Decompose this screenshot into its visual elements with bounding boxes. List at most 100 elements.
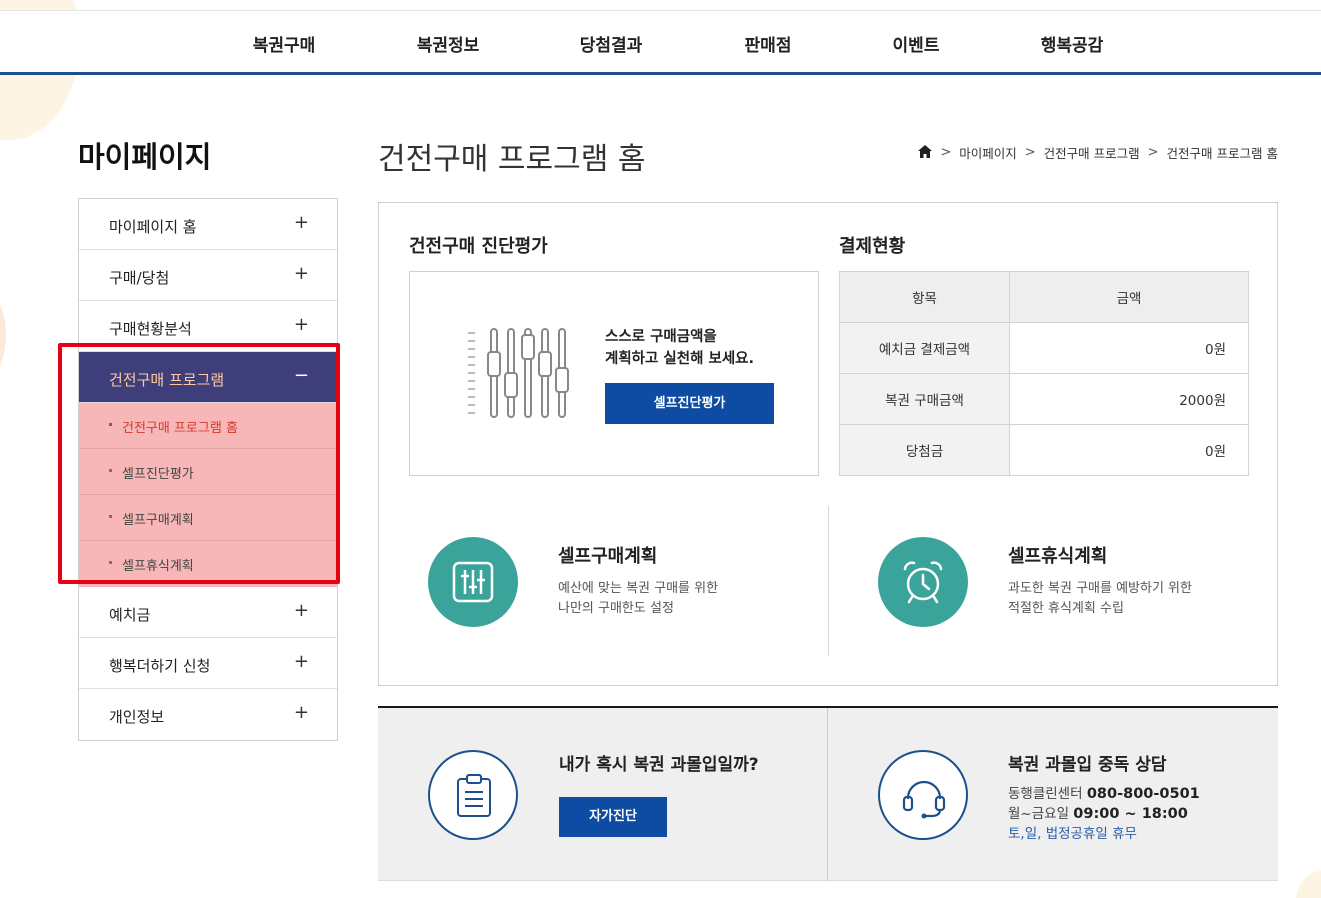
- expand-plus-icon: +: [293, 314, 309, 335]
- chevron-right-icon: >: [1147, 145, 1159, 160]
- table-row: 당첨금 0원: [839, 424, 1249, 476]
- diagnosis-text-line: 계획하고 실천해 보세요.: [605, 351, 755, 367]
- nav-item-results[interactable]: 당첨결과: [580, 31, 643, 56]
- center-phone[interactable]: 080-800-0501: [1087, 786, 1200, 802]
- nav-item-happiness[interactable]: 행복공감: [1041, 31, 1104, 56]
- nav-item-buy[interactable]: 복권구매: [253, 31, 316, 56]
- feature-description: 과도한 복권 구매를 예방하기 위한 적절한 휴식계획 수립: [1008, 579, 1192, 619]
- self-check-button[interactable]: 자가진단: [559, 797, 667, 837]
- breadcrumb-item: 건전구매 프로그램 홈: [1166, 146, 1278, 161]
- feature-desc-line: 나만의 구매한도 설정: [558, 601, 674, 616]
- table-cell-amount: 0원: [1009, 322, 1249, 374]
- submenu-item-label: 건전구매 프로그램 홈: [122, 421, 238, 436]
- hours-value: 09:00 ~ 18:00: [1073, 806, 1188, 822]
- sidebar-submenu: 건전구매 프로그램 홈 셀프진단평가 셀프구매계획 셀프휴식계획: [79, 403, 337, 587]
- chevron-right-icon: >: [1024, 145, 1036, 160]
- feature-title: 셀프구매계획: [558, 546, 658, 567]
- expand-plus-icon: +: [293, 263, 309, 284]
- counsel-title: 복권 과몰입 중독 상담: [1008, 755, 1167, 775]
- table-header-amount: 금액: [1009, 271, 1249, 323]
- sidebar-item-label: 예치금: [109, 606, 151, 624]
- sidebar-item-label: 구매/당첨: [109, 269, 170, 287]
- sidebar-item-personal-info[interactable]: 개인정보 +: [79, 689, 337, 740]
- feature-icon-circle: [428, 537, 518, 627]
- feature-title: 셀프휴식계획: [1008, 546, 1108, 567]
- clipboard-icon-circle: [428, 750, 518, 840]
- sidebar-item-healthy-program[interactable]: 건전구매 프로그램 −: [79, 352, 337, 403]
- sidebar-item-label: 구매현황분석: [109, 320, 192, 338]
- home-icon[interactable]: [918, 144, 933, 161]
- bullet-icon: [109, 469, 112, 472]
- sidebar-item-mypage-home[interactable]: 마이페이지 홈 +: [79, 199, 337, 250]
- divider: [828, 506, 829, 656]
- self-check-title: 내가 혹시 복권 과몰입일까?: [559, 755, 759, 775]
- submenu-item-self-diagnosis[interactable]: 셀프진단평가: [79, 449, 337, 495]
- submenu-item-label: 셀프구매계획: [122, 513, 194, 528]
- feature-desc-line: 적절한 휴식계획 수립: [1008, 601, 1124, 616]
- diagnosis-title: 건전구매 진단평가: [409, 236, 548, 257]
- breadcrumb-item[interactable]: 마이페이지: [959, 143, 1017, 162]
- breadcrumb-item[interactable]: 건전구매 프로그램: [1044, 143, 1140, 162]
- table-cell-amount: 2000원: [1009, 373, 1249, 425]
- submenu-item-self-purchase-plan[interactable]: 셀프구매계획: [79, 495, 337, 541]
- decorative-circle: [0, 290, 6, 380]
- table-cell-item: 복권 구매금액: [839, 373, 1010, 425]
- clipboard-icon: [455, 774, 493, 822]
- nav-item-events[interactable]: 이벤트: [893, 31, 940, 56]
- diagnosis-card: 스스로 구매금액을 계획하고 실천해 보세요. 셀프진단평가: [409, 271, 819, 476]
- feature-desc-line: 과도한 복권 구매를 예방하기 위한: [1008, 581, 1192, 596]
- decorative-circle: [1296, 870, 1321, 898]
- feature-description: 예산에 맞는 복권 구매를 위한 나만의 구매한도 설정: [558, 579, 718, 619]
- top-navigation: 복권구매 복권정보 당첨결과 판매점 이벤트 행복공감: [0, 10, 1321, 75]
- hours-label: 월~금요일: [1008, 806, 1069, 822]
- submenu-item-program-home[interactable]: 건전구매 프로그램 홈: [79, 403, 337, 449]
- program-main-panel: 건전구매 진단평가 스스로 구매금액을 계획하고 실천해 보세요. 셀프진단평가…: [378, 202, 1278, 686]
- help-panel: 내가 혹시 복권 과몰입일까? 자가진단 복권 과몰입 중독 상담 동행클린센터…: [378, 706, 1278, 881]
- sidebar-item-purchase-win[interactable]: 구매/당첨 +: [79, 250, 337, 301]
- sidebar-menu: 마이페이지 홈 + 구매/당첨 + 구매현황분석 + 건전구매 프로그램 − 건…: [78, 198, 338, 741]
- bullet-icon: [109, 423, 112, 426]
- feature-icon-circle: [878, 537, 968, 627]
- sidebar-item-label: 마이페이지 홈: [109, 218, 197, 236]
- sliders-icon: [465, 327, 575, 426]
- sidebar-item-label: 개인정보: [109, 708, 165, 726]
- diagnosis-text-line: 스스로 구매금액을: [605, 329, 717, 345]
- closed-days: 토,일, 법정공휴일 휴무: [1008, 826, 1137, 842]
- sliders-icon: [452, 561, 494, 607]
- feature-desc-line: 예산에 맞는 복권 구매를 위한: [558, 581, 719, 596]
- submenu-item-label: 셀프휴식계획: [122, 559, 194, 574]
- table-cell-item: 당첨금: [839, 424, 1010, 476]
- submenu-item-label: 셀프진단평가: [122, 467, 194, 482]
- counsel-center-line: 동행클린센터 080-800-0501: [1008, 784, 1200, 804]
- nav-item-info[interactable]: 복권정보: [417, 31, 480, 56]
- center-label: 동행클린센터: [1008, 786, 1083, 802]
- table-cell-item: 예치금 결제금액: [839, 322, 1010, 374]
- headset-icon-circle: [878, 750, 968, 840]
- bullet-icon: [109, 561, 112, 564]
- table-header-row: 항목 금액: [839, 271, 1249, 323]
- table-cell-amount: 0원: [1009, 424, 1249, 476]
- table-row: 복권 구매금액 2000원: [839, 373, 1249, 425]
- headset-icon: [901, 774, 947, 824]
- payment-table: 항목 금액 예치금 결제금액 0원 복권 구매금액 2000원 당첨금 0원: [839, 271, 1249, 476]
- sidebar-item-happiness-apply[interactable]: 행복더하기 신청 +: [79, 638, 337, 689]
- expand-plus-icon: +: [293, 600, 309, 621]
- sidebar-item-deposit[interactable]: 예치금 +: [79, 587, 337, 638]
- nav-item-stores[interactable]: 판매점: [745, 31, 792, 56]
- breadcrumb: > 마이페이지 > 건전구매 프로그램 > 건전구매 프로그램 홈: [918, 143, 1278, 162]
- diagnosis-description: 스스로 구매금액을 계획하고 실천해 보세요.: [605, 326, 754, 370]
- counsel-info: 동행클린센터 080-800-0501 월~금요일 09:00 ~ 18:00 …: [1008, 784, 1200, 844]
- sidebar-item-purchase-analysis[interactable]: 구매현황분석 +: [79, 301, 337, 352]
- sidebar-item-label: 행복더하기 신청: [109, 657, 211, 675]
- counsel-hours-line: 월~금요일 09:00 ~ 18:00: [1008, 804, 1200, 824]
- payment-title: 결제현황: [839, 236, 906, 257]
- page-title: 건전구매 프로그램 홈: [378, 142, 646, 177]
- alarm-clock-icon: [901, 559, 945, 609]
- sidebar-item-label: 건전구매 프로그램: [109, 371, 225, 389]
- bullet-icon: [109, 515, 112, 518]
- submenu-item-self-rest-plan[interactable]: 셀프휴식계획: [79, 541, 337, 587]
- self-diagnosis-button[interactable]: 셀프진단평가: [605, 383, 774, 424]
- expand-plus-icon: +: [293, 212, 309, 233]
- table-header-item: 항목: [839, 271, 1010, 323]
- chevron-right-icon: >: [940, 145, 952, 160]
